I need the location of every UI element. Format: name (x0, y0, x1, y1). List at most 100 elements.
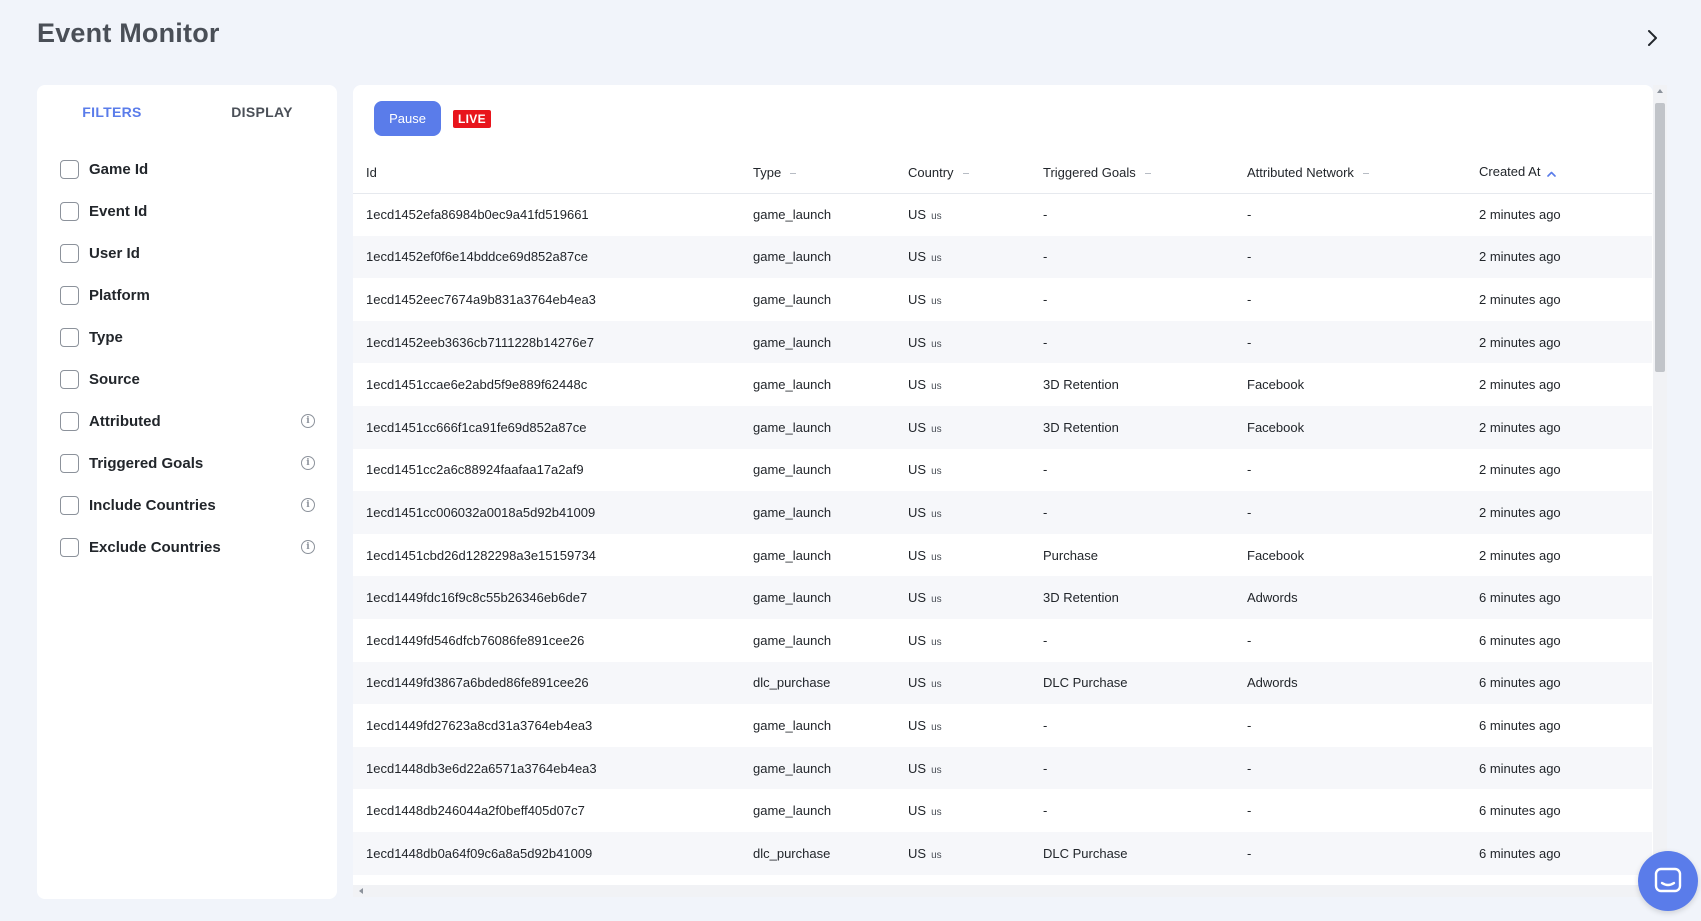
column-label: Type (753, 164, 782, 180)
column-header-id[interactable]: Id (353, 152, 753, 194)
cell-country: US us (908, 491, 1043, 534)
cell-type: game_launch (753, 291, 832, 307)
table-header-row: Id Type Country Triggered Goals Attribut… (353, 152, 1652, 194)
column-header-created-at[interactable]: Created At (1479, 152, 1652, 194)
sort-icon[interactable] (1362, 172, 1369, 174)
table-row[interactable]: 1ecd1448db3e6d22a6571a3764eb4ea3 game_lau… (353, 746, 1652, 790)
table-row[interactable]: 1ecd1452eeb3636cb7111228b14276e7 game_lau… (353, 320, 1652, 364)
column-header-country[interactable]: Country (908, 152, 1043, 194)
country-code-small: us (931, 295, 942, 307)
filter-label[interactable]: User Id (89, 245, 315, 262)
table-row[interactable]: 1ecd1451ccae6e2abd5f9e889f62448c game_lau… (353, 363, 1652, 406)
table-row[interactable]: 1ecd1451cc006032a0018a5d92b41009 game_lau… (353, 491, 1652, 534)
column-header-attributed-network[interactable]: Attributed Network (1247, 152, 1479, 194)
table-row[interactable]: 1ecd1452ef0f6e14bddce69d852a87ce game_lau… (353, 235, 1652, 279)
collapse-panel-button[interactable] (1638, 24, 1666, 52)
filter-label[interactable]: Triggered Goals (89, 455, 301, 472)
filter-source: Source (37, 358, 337, 400)
filter-list: Game Id Event Id User Id Platform Type S… (37, 137, 337, 568)
table-row[interactable]: 1ecd1449fdc16f9c8c55b26346eb6de7 game_lau… (353, 576, 1652, 619)
info-icon[interactable]: i (301, 498, 315, 512)
table-row[interactable]: 1ecd1449fd546dfcb76086fe891cee26 game_lau… (353, 619, 1652, 662)
filter-exclude-countries: Exclude Countries i (37, 526, 337, 568)
sort-icon[interactable] (1144, 172, 1151, 174)
cell-triggered-goals: - (1043, 291, 1048, 307)
info-icon[interactable]: i (301, 414, 315, 428)
filter-checkbox[interactable] (60, 243, 79, 263)
cell-attributed-network: - (1247, 462, 1252, 478)
info-icon[interactable]: i (301, 456, 315, 470)
cell-country: US us (908, 363, 1043, 406)
table-body: 1ecd1452efa86984b0ec9a41fd519661 game_lau… (353, 193, 1652, 875)
vertical-scrollbar[interactable] (1653, 85, 1667, 897)
scroll-up-icon[interactable] (1657, 89, 1663, 93)
pause-button[interactable]: Pause (374, 101, 441, 136)
cell-id: 1ecd1448db3e6d22a6571a3764eb4ea3 (353, 746, 753, 790)
table-row[interactable]: 1ecd1449fd27623a8cd31a3764eb4ea3 game_lau… (353, 704, 1652, 747)
filter-label[interactable]: Event Id (89, 203, 315, 220)
cell-id: 1ecd1449fdc16f9c8c55b26346eb6de7 (353, 576, 753, 619)
scroll-left-icon[interactable] (359, 888, 363, 894)
filter-checkbox[interactable] (60, 159, 79, 179)
table-row[interactable]: 1ecd1451cc666f1ca91fe69d852a87ce game_lau… (353, 405, 1652, 449)
cell-country: US us (908, 449, 1043, 492)
cell-attributed-network: - (1247, 717, 1252, 733)
country-code-small: us (931, 551, 942, 563)
country-code: US (908, 419, 927, 435)
cell-country: US us (908, 789, 1043, 832)
cell-triggered-goals: 3D Retention (1043, 405, 1247, 449)
filters-panel: FILTERS DISPLAY Game Id Event Id User Id… (37, 85, 337, 899)
tab-display[interactable]: DISPLAY (187, 102, 337, 120)
table-row[interactable]: 1ecd1448db246044a2f0beff405d07c7 game_lau… (353, 789, 1652, 832)
chat-launcher-button[interactable] (1638, 851, 1698, 911)
filter-label[interactable]: Game Id (89, 161, 315, 178)
cell-created-at: 2 minutes ago (1479, 405, 1652, 449)
cell-triggered-goals: - (1043, 632, 1048, 648)
cell-id: 1ecd1452ef0f6e14bddce69d852a87ce (353, 235, 753, 279)
cell-created-at: 2 minutes ago (1479, 377, 1561, 393)
column-header-type[interactable]: Type (753, 152, 908, 194)
cell-attributed-network: - (1247, 491, 1479, 534)
table-row[interactable]: 1ecd1451cc2a6c88924faafaa17a2af9 game_lau… (353, 449, 1652, 492)
chevron-up-icon[interactable] (1547, 165, 1557, 180)
filter-label[interactable]: Source (89, 371, 315, 388)
filter-checkbox[interactable] (60, 537, 79, 557)
cell-triggered-goals: - (1043, 717, 1048, 733)
filter-type: Type (37, 316, 337, 358)
filter-label[interactable]: Exclude Countries (89, 539, 301, 556)
table-row[interactable]: 1ecd1449fd3867a6bded86fe891cee26 dlc_purc… (353, 661, 1652, 705)
info-icon[interactable]: i (301, 540, 315, 554)
filter-label[interactable]: Platform (89, 287, 315, 304)
country-code: US (908, 334, 927, 350)
filter-checkbox[interactable] (60, 411, 79, 431)
filter-checkbox[interactable] (60, 327, 79, 347)
filter-checkbox[interactable] (60, 369, 79, 389)
cell-created-at: 2 minutes ago (1479, 207, 1561, 223)
table-row[interactable]: 1ecd1451cbd26d1282298a3e15159734 game_lau… (353, 534, 1652, 577)
column-header-triggered-goals[interactable]: Triggered Goals (1043, 152, 1247, 194)
filter-checkbox[interactable] (60, 453, 79, 473)
table-row[interactable]: 1ecd1452eec7674a9b831a3764eb4ea3 game_lau… (353, 278, 1652, 321)
filter-label[interactable]: Include Countries (89, 497, 301, 514)
horizontal-scrollbar[interactable] (353, 885, 1653, 897)
scrollbar-thumb[interactable] (1655, 103, 1665, 372)
cell-triggered-goals: - (1043, 235, 1247, 279)
tab-filters[interactable]: FILTERS (37, 102, 187, 120)
filter-checkbox[interactable] (60, 285, 79, 305)
country-code: US (908, 547, 927, 563)
cell-type: game_launch (753, 377, 832, 393)
cell-attributed-network: Facebook (1247, 377, 1305, 393)
filter-checkbox[interactable] (60, 495, 79, 515)
cell-created-at: 6 minutes ago (1479, 831, 1652, 875)
cell-country: US us (908, 746, 1043, 790)
table-row[interactable]: 1ecd1448db0a64f09c6a8a5d92b41009 dlc_purc… (353, 831, 1652, 875)
filter-label[interactable]: Attributed (89, 413, 301, 430)
cell-triggered-goals: - (1043, 207, 1048, 223)
filter-checkbox[interactable] (60, 201, 79, 221)
filter-label[interactable]: Type (89, 329, 315, 346)
cell-triggered-goals: - (1043, 803, 1048, 819)
sort-icon[interactable] (962, 172, 969, 174)
table-row[interactable]: 1ecd1452efa86984b0ec9a41fd519661 game_lau… (353, 193, 1652, 236)
sort-icon[interactable] (790, 172, 797, 174)
country-code: US (908, 504, 927, 520)
